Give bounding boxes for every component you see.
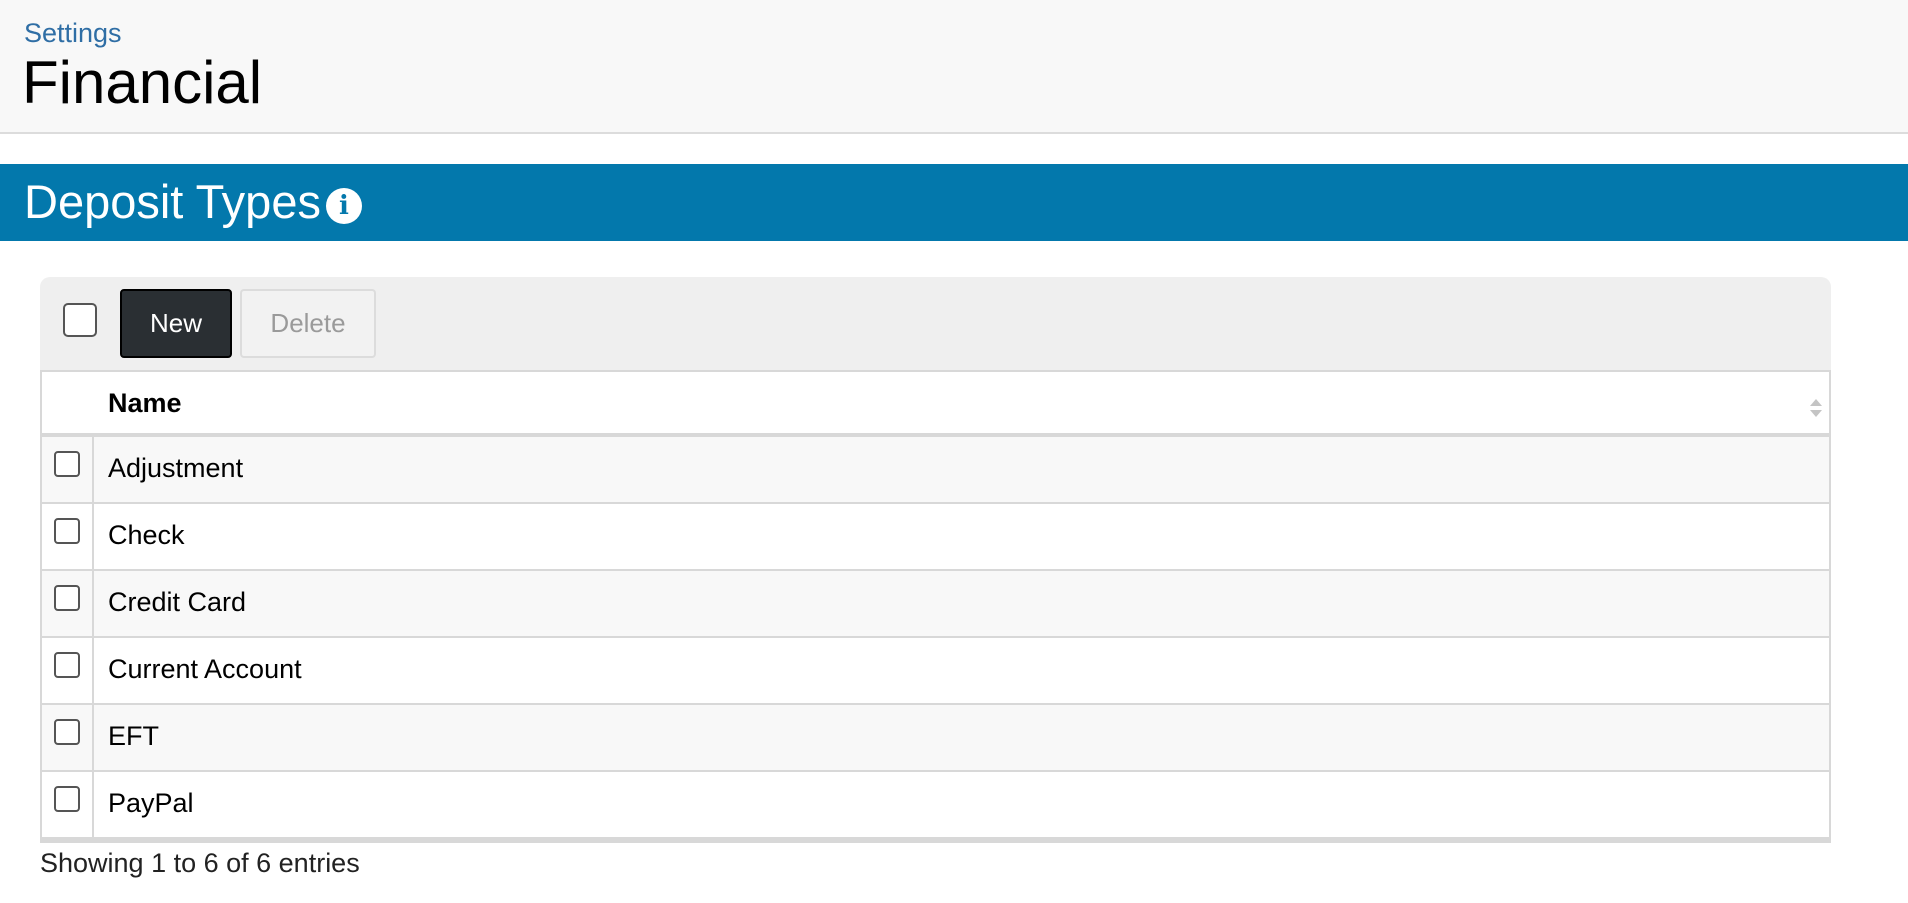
row-name: PayPal (108, 788, 194, 818)
row-checkbox[interactable] (54, 652, 80, 678)
row-name: Check (108, 520, 185, 550)
info-icon[interactable]: i (326, 188, 362, 224)
page-title: Financial (22, 49, 263, 116)
row-checkbox-cell (42, 638, 94, 703)
table-row[interactable]: Adjustment (42, 437, 1829, 504)
table-header-row: Name (42, 370, 1829, 437)
delete-button: Delete (240, 289, 376, 358)
breadcrumb-settings-link[interactable]: Settings (24, 18, 122, 49)
row-name: EFT (108, 721, 159, 751)
select-all-checkbox[interactable] (63, 303, 97, 337)
section-header-bar: Deposit Types (0, 164, 1908, 241)
table-info-text: Showing 1 to 6 of 6 entries (40, 848, 360, 878)
table-row[interactable]: Credit Card (42, 571, 1829, 638)
row-checkbox-cell (42, 437, 94, 502)
table-row[interactable]: PayPal (42, 772, 1829, 839)
row-checkbox-cell (42, 705, 94, 770)
deposit-types-table-panel: New Delete Name Adjustment Check Credit … (40, 277, 1831, 843)
row-checkbox-cell (42, 772, 94, 837)
row-checkbox-cell (42, 571, 94, 636)
page-header: Settings Financial (0, 0, 1908, 134)
row-checkbox[interactable] (54, 518, 80, 544)
table-bottom-border (42, 839, 1829, 843)
table-toolbar: New Delete (40, 277, 1831, 370)
row-checkbox-cell (42, 504, 94, 569)
row-name: Current Account (108, 654, 302, 684)
table-row[interactable]: Current Account (42, 638, 1829, 705)
row-checkbox[interactable] (54, 786, 80, 812)
new-button[interactable]: New (120, 289, 232, 358)
row-name: Adjustment (108, 453, 244, 483)
row-checkbox[interactable] (54, 719, 80, 745)
table-row[interactable]: Check (42, 504, 1829, 571)
section-title: Deposit Types (24, 175, 321, 228)
column-header-name[interactable]: Name (108, 388, 182, 419)
sort-icon[interactable] (1809, 398, 1823, 418)
row-checkbox[interactable] (54, 451, 80, 477)
deposit-types-table: Name Adjustment Check Credit Card Curren… (40, 370, 1831, 843)
row-name: Credit Card (108, 587, 247, 617)
row-checkbox[interactable] (54, 585, 80, 611)
table-row[interactable]: EFT (42, 705, 1829, 772)
